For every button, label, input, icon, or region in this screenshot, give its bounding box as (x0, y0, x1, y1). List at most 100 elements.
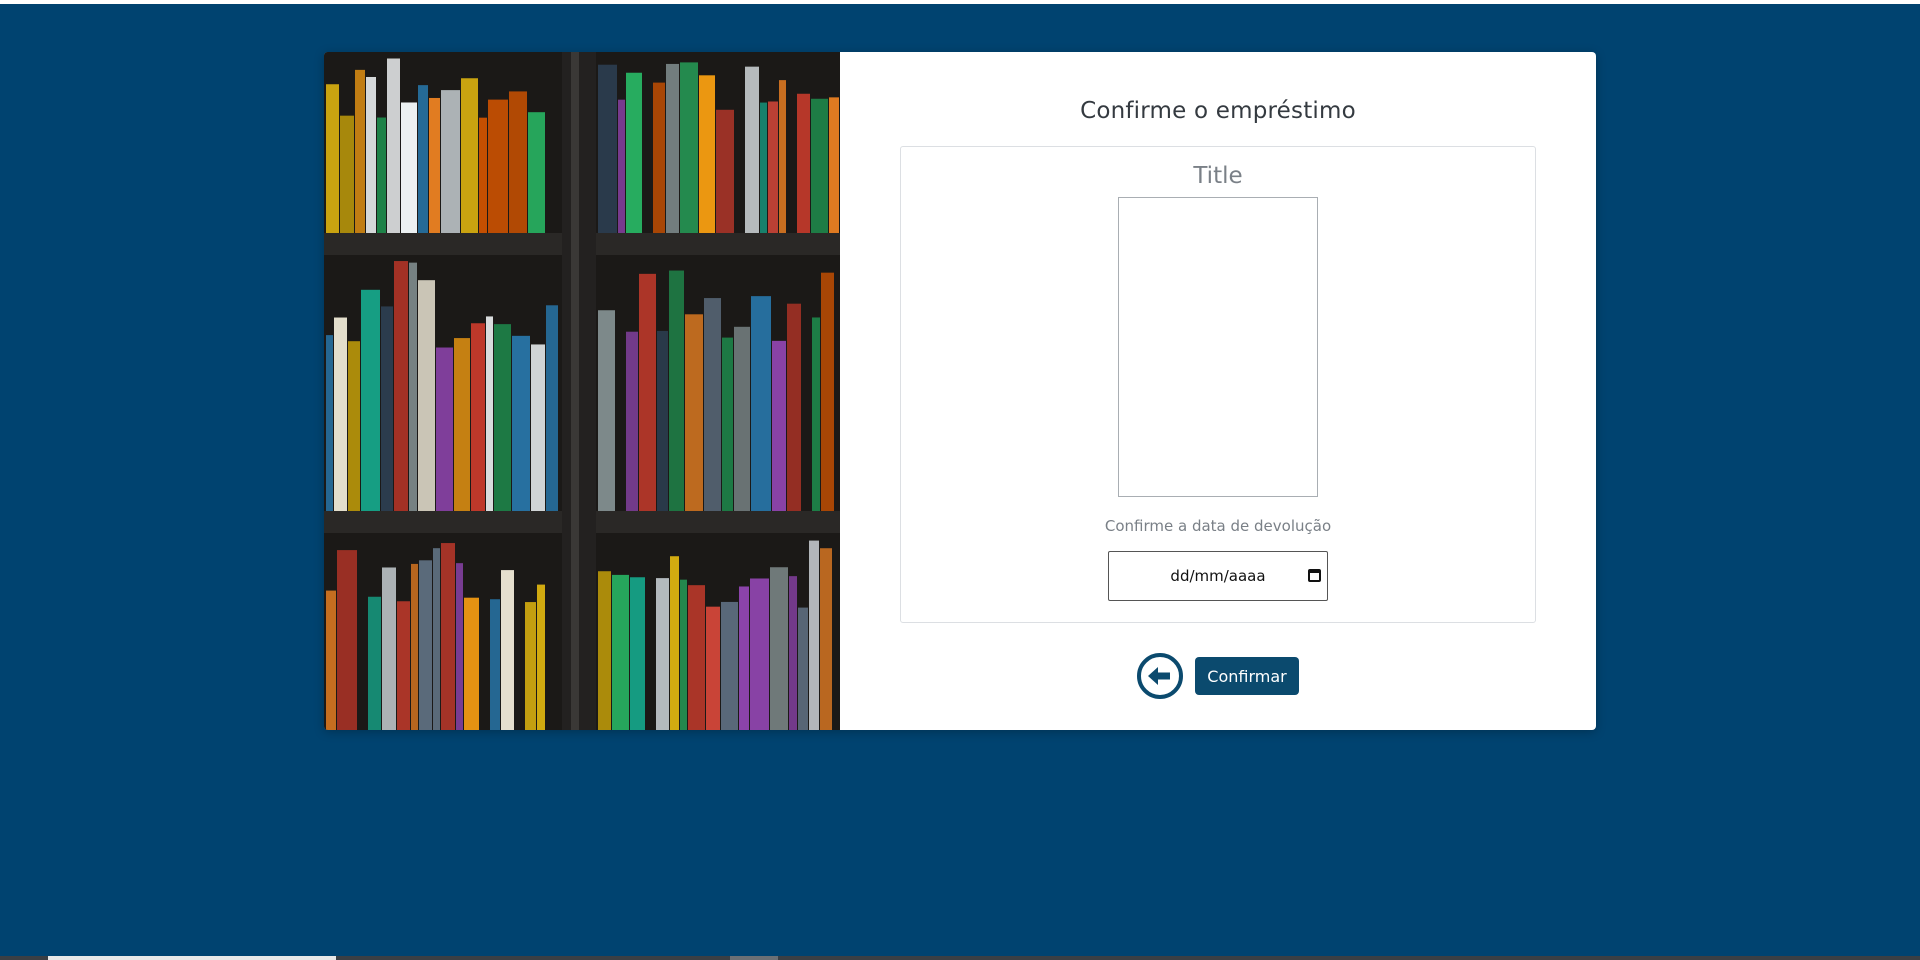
book-spine (820, 548, 832, 730)
book-spine (598, 310, 615, 511)
book-spine (525, 602, 536, 730)
book-spine (812, 317, 820, 511)
page-title: Confirme o empréstimo (1080, 98, 1356, 124)
book-spine (699, 75, 715, 233)
book-spine (811, 98, 828, 233)
book-spine (394, 261, 408, 511)
book-spine (471, 323, 485, 511)
book-spine (377, 117, 386, 233)
top-strip (0, 0, 1920, 4)
book-spine (441, 90, 460, 233)
book-spine (509, 91, 527, 233)
calendar-icon[interactable] (1308, 569, 1321, 582)
book-cover-image (1118, 197, 1318, 497)
book-spine (512, 335, 530, 511)
book-spine (770, 567, 788, 730)
book-spine (494, 324, 511, 511)
book-spine (479, 117, 487, 233)
book-spine (531, 344, 545, 511)
book-spine (409, 262, 417, 511)
book-spine (419, 560, 432, 730)
book-spine (537, 584, 545, 730)
book-spine (750, 578, 769, 730)
book-spine (355, 69, 365, 233)
book-spine (397, 601, 410, 730)
book-spine (464, 597, 479, 730)
book-spine (657, 330, 668, 511)
book-spine (436, 347, 453, 511)
book-spine (598, 571, 611, 730)
book-spine (787, 303, 801, 511)
book-spine (739, 586, 749, 730)
bookshelf-illustration (324, 52, 840, 730)
book-spine (612, 574, 629, 730)
book-spine (387, 58, 400, 234)
book-spine (680, 579, 687, 730)
confirmation-panel: Confirme o empréstimo Title Confirme a d… (840, 52, 1596, 730)
book-spine (326, 84, 339, 233)
book-spine (751, 296, 771, 511)
return-date-placeholder: dd/mm/aaaa (1170, 567, 1266, 585)
book-spine (441, 543, 455, 730)
book-spine (626, 72, 642, 233)
taskbar-item[interactable] (730, 956, 778, 960)
book-spine (734, 326, 750, 511)
book-spine (716, 109, 734, 233)
book-spine (546, 305, 558, 511)
loan-confirmation-card: Confirme o empréstimo Title Confirme a d… (324, 52, 1596, 730)
return-date-input[interactable]: dd/mm/aaaa (1108, 551, 1328, 601)
book-spine (666, 63, 679, 234)
book-spine (382, 567, 396, 730)
book-spine (639, 273, 656, 511)
book-spine (722, 337, 733, 511)
book-spine (488, 99, 508, 233)
book-spine (418, 85, 428, 233)
book-card: Title Confirme a data de devolução dd/mm… (900, 146, 1536, 623)
action-bar: Confirmar (1137, 653, 1299, 699)
confirm-button[interactable]: Confirmar (1195, 657, 1299, 695)
book-spine (760, 102, 767, 233)
book-spine (337, 550, 357, 730)
book-spine (829, 97, 839, 233)
book-spine (348, 341, 360, 511)
return-date-label: Confirme a data de devolução (1104, 517, 1332, 535)
book-spine (789, 576, 797, 730)
book-spine (768, 101, 778, 233)
book-spine (626, 331, 638, 511)
book-spine (706, 606, 720, 730)
book-spine (680, 62, 698, 233)
book-spine (433, 548, 440, 730)
book-spine (361, 289, 380, 511)
book-spine (326, 590, 336, 730)
book-spine (745, 66, 759, 233)
book-spine (368, 596, 381, 730)
book-spine (366, 76, 376, 234)
book-spine (401, 102, 417, 233)
book-spine (334, 317, 347, 511)
book-spine (501, 570, 514, 730)
book-spine (798, 607, 808, 730)
book-spine (797, 93, 810, 234)
book-spine (685, 314, 703, 511)
book-spine (809, 540, 819, 730)
book-spine (461, 78, 478, 233)
book-spine (688, 585, 705, 730)
book-spine (704, 298, 721, 511)
book-spine (669, 270, 684, 511)
book-spine (490, 599, 500, 730)
book-spine (618, 99, 625, 233)
book-spine (630, 577, 645, 730)
bookshelf-photo (324, 52, 840, 730)
book-spine (528, 112, 545, 233)
book-spine (670, 556, 679, 730)
back-button[interactable] (1137, 653, 1184, 699)
book-title: Title (1193, 163, 1243, 189)
book-spine (821, 272, 834, 511)
book-spine (326, 335, 333, 511)
taskbar-active-item[interactable] (48, 956, 336, 960)
book-spine (772, 340, 786, 511)
book-spine (598, 64, 617, 233)
book-spine (454, 338, 470, 511)
book-spine (456, 563, 463, 730)
arrow-left-circle-icon (1148, 667, 1171, 685)
